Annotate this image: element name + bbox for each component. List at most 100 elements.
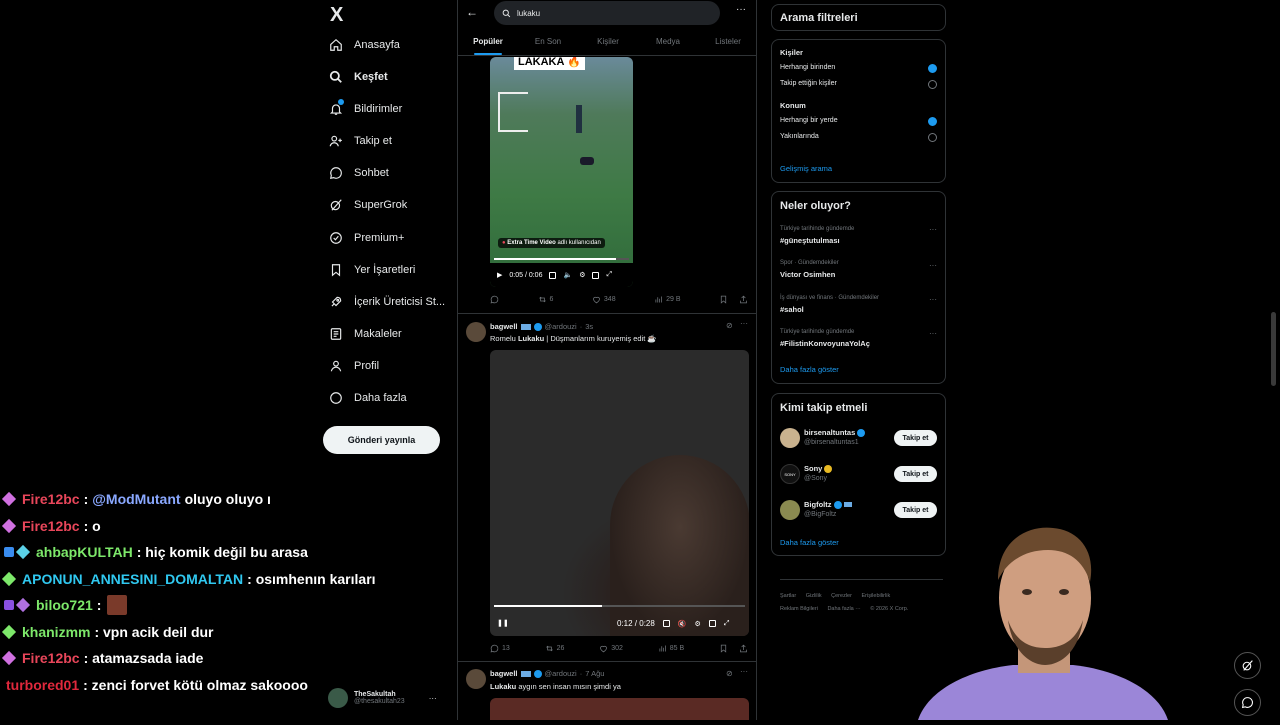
trend-item[interactable]: Victor Osimhen (780, 270, 835, 279)
radio-selected[interactable] (928, 117, 937, 126)
more-options-icon[interactable]: ··· (736, 4, 746, 15)
account-switcher[interactable]: TheSakultah @thesakultah23 ··· (328, 688, 437, 708)
nav-item-supergrok[interactable]: SuperGrok (328, 191, 407, 219)
pip-icon[interactable] (592, 271, 600, 279)
fullscreen-icon[interactable]: ⤢ (724, 620, 730, 628)
mute-icon[interactable]: 🔇 (678, 620, 687, 628)
nav-item-more[interactable]: Daha fazla (328, 384, 407, 412)
bookmark-icon[interactable] (719, 295, 728, 304)
retweet-button[interactable]: 6 (538, 295, 553, 304)
tweet-time[interactable]: 3s (585, 322, 593, 331)
filter-option-following[interactable]: Takip ettiğin kişiler (780, 80, 837, 87)
follow-name[interactable]: Sony (804, 464, 833, 473)
volume-icon[interactable]: 🔈 (563, 271, 572, 279)
footer-link[interactable]: Çerezler (831, 593, 852, 599)
avatar[interactable]: SONY (780, 464, 800, 484)
messages-icon[interactable] (1234, 689, 1261, 716)
like-button[interactable]: 302 (599, 644, 623, 653)
nav-item-bookmarks[interactable]: Yer İşaretleri (328, 256, 415, 284)
radio-selected[interactable] (928, 64, 937, 73)
tab-latest[interactable]: En Son (518, 28, 578, 55)
more-options-icon[interactable]: ··· (929, 295, 937, 304)
tab-media[interactable]: Medya (638, 28, 698, 55)
avatar[interactable] (466, 669, 486, 689)
avatar[interactable] (780, 428, 800, 448)
trend-item[interactable]: #güneştutulması (780, 236, 840, 245)
advanced-search-link[interactable]: Gelişmiş arama (780, 164, 832, 173)
follow-button[interactable]: Takip et (894, 430, 937, 446)
footer-link[interactable]: Erişilebilirlik (861, 593, 890, 599)
avatar[interactable] (780, 500, 800, 520)
captions-icon[interactable] (662, 620, 670, 627)
reply-button[interactable]: 13 (490, 644, 510, 653)
trend-item[interactable]: #FilistinKonvoyunaYolAç (780, 339, 870, 348)
footer-link[interactable]: Daha fazla ··· (827, 606, 860, 612)
trend-item[interactable]: #sahol (780, 305, 804, 314)
follow-name[interactable]: Bigfoltz (804, 500, 852, 509)
search-input[interactable]: lukaku (494, 1, 720, 25)
play-icon[interactable]: ▶ (497, 271, 502, 279)
reply-button[interactable] (490, 295, 499, 304)
nav-item-notifications[interactable]: Bildirimler (328, 95, 402, 123)
views-button[interactable]: 85 B (658, 644, 684, 653)
radio-unselected[interactable] (928, 80, 937, 89)
like-button[interactable]: 348 (592, 295, 616, 304)
share-icon[interactable] (739, 644, 748, 653)
more-options-icon[interactable]: ··· (929, 261, 937, 270)
nav-item-articles[interactable]: Makaleler (328, 320, 402, 348)
bookmark-icon[interactable] (719, 644, 728, 653)
tweet-video[interactable]: LAKAKA 🔥 ● Extra Time Video adlı kullanı… (490, 57, 633, 287)
filter-option-anywhere[interactable]: Herhangi bir yerde (780, 117, 838, 124)
pause-icon[interactable]: ❚❚ (497, 619, 509, 627)
nav-item-home[interactable]: Anasayfa (328, 31, 400, 59)
show-more-trends-link[interactable]: Daha fazla göster (780, 365, 839, 374)
nav-item-profile[interactable]: Profil (328, 352, 379, 380)
captions-icon[interactable] (549, 271, 557, 279)
show-more-follow-link[interactable]: Daha fazla göster (780, 538, 839, 547)
more-options-icon[interactable]: ··· (929, 329, 937, 338)
follow-name[interactable]: birsenaltuntas (804, 428, 866, 437)
radio-unselected[interactable] (928, 133, 937, 142)
grok-icon[interactable] (1234, 652, 1261, 679)
tab-people[interactable]: Kişiler (578, 28, 638, 55)
video-attribution[interactable]: ● Extra Time Video adlı kullanıcıdan (498, 238, 605, 248)
retweet-button[interactable]: 26 (545, 644, 564, 653)
footer-link[interactable]: Gizlilik (806, 593, 822, 599)
nav-item-premium[interactable]: Premium+ (328, 224, 404, 252)
footer-link[interactable]: Şartlar (780, 593, 796, 599)
views-button[interactable]: 29 B (654, 295, 681, 304)
tweet-author[interactable]: bagwell (490, 669, 518, 678)
settings-icon[interactable]: ⚙ (579, 271, 585, 279)
more-options-icon[interactable]: ··· (740, 319, 748, 328)
tab-lists[interactable]: Listeler (698, 28, 756, 55)
scrollbar[interactable] (1271, 312, 1276, 386)
pip-icon[interactable] (708, 620, 716, 627)
video-progress[interactable] (494, 605, 745, 607)
tweet-media[interactable] (490, 698, 749, 720)
follow-button[interactable]: Takip et (894, 466, 937, 482)
grok-icon[interactable]: ⊘ (726, 669, 733, 678)
filter-option-nearby[interactable]: Yakınlarında (780, 133, 819, 140)
nav-item-follow[interactable]: Takip et (328, 127, 392, 155)
tab-popular[interactable]: Popüler (458, 28, 518, 55)
x-logo[interactable]: X (330, 4, 343, 27)
more-options-icon[interactable]: ··· (740, 667, 748, 676)
footer-link[interactable]: Reklam Bilgileri (780, 606, 818, 612)
filter-option-anyone[interactable]: Herhangi birinden (780, 64, 835, 71)
tweet-video[interactable]: ❚❚ 0:12 / 0:28 🔇 ⚙ ⤢ (490, 350, 749, 636)
more-dots-icon[interactable]: ··· (429, 694, 437, 703)
video-progress[interactable] (494, 258, 629, 260)
follow-button[interactable]: Takip et (894, 502, 937, 518)
share-icon[interactable] (739, 295, 748, 304)
grok-icon[interactable]: ⊘ (726, 321, 733, 330)
post-button[interactable]: Gönderi yayınla (323, 426, 440, 454)
nav-item-creator-studio[interactable]: İçerik Üreticisi St... (328, 288, 445, 316)
tweet-time[interactable]: 7 Ağu (585, 669, 604, 678)
back-arrow-icon[interactable]: ← (466, 5, 478, 19)
nav-item-chat[interactable]: Sohbet (328, 159, 389, 187)
nav-item-explore[interactable]: Keşfet (328, 63, 388, 91)
tweet-handle[interactable]: @ardouzi (545, 669, 577, 678)
tweet-author[interactable]: bagwell (490, 322, 518, 331)
settings-icon[interactable]: ⚙ (695, 620, 701, 628)
tweet-handle[interactable]: @ardouzi (545, 322, 577, 331)
